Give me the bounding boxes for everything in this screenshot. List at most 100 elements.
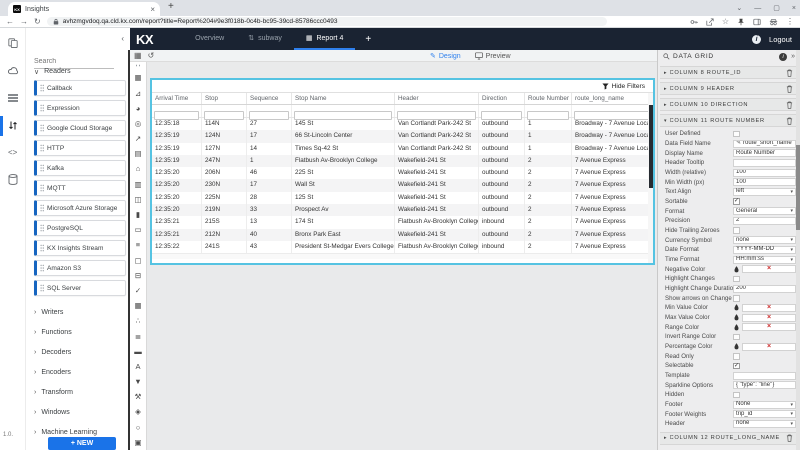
select-text-align[interactable]: left▾	[733, 188, 796, 196]
inspector-section-column-10-direction[interactable]: ▸COLUMN 10 DIRECTION	[660, 98, 798, 111]
delete-column-icon[interactable]	[786, 101, 794, 109]
panel-icon[interactable]: ▭	[134, 222, 141, 237]
info-icon[interactable]: i	[779, 53, 787, 61]
code-icon[interactable]: <>	[8, 148, 17, 157]
bookmark-star-icon[interactable]: ☆	[722, 18, 729, 26]
sidebar-group-functions[interactable]: ›Functions	[34, 322, 126, 342]
input-width-relative[interactable]: 100	[733, 169, 796, 177]
grid-row[interactable]: 12:35:20225N28125 StWakefield-241 Stoutb…	[152, 192, 653, 204]
grid-row[interactable]: 12:35:19127N14Times Sq-42 StVan Cortland…	[152, 143, 653, 155]
grid-row[interactable]: 12:35:20206N46225 StWakefield-241 Stoutb…	[152, 167, 653, 179]
browser-menu-icon[interactable]: ⋮	[786, 18, 794, 26]
reader-item-postgresql[interactable]: PostgreSQL	[34, 220, 126, 236]
data-grid-widget[interactable]: Hide Filters Arrival TimeStopSequenceSto…	[150, 78, 655, 265]
checkbox-invert-range-color[interactable]	[733, 334, 740, 341]
grid-row[interactable]: 12:35:19124N1766 St-Lincoln CenterVan Co…	[152, 130, 653, 142]
grid-header-sequence[interactable]: Sequence	[247, 93, 292, 104]
app-tab-overview[interactable]: Overview	[183, 28, 236, 50]
new-pipeline-button[interactable]: + NEW	[48, 437, 116, 450]
grid-row[interactable]: 12:35:20230N17Wall StWakefield-241 Stout…	[152, 179, 653, 191]
eyedropper-icon[interactable]	[733, 324, 740, 331]
reader-item-microsoft-azure-storage[interactable]: Microsoft Azure Storage	[34, 200, 126, 216]
add-report-tab-button[interactable]: +	[365, 34, 371, 45]
grid-row[interactable]: 12:35:18114N27145 StVan Cortlandt Park-2…	[152, 118, 653, 130]
eyedropper-icon[interactable]	[733, 266, 740, 273]
input-box-icon[interactable]: ⊟	[135, 268, 141, 283]
grid-header-header[interactable]: Header	[395, 93, 479, 104]
color-value-field[interactable]: ×	[742, 304, 796, 312]
columns-layout-icon[interactable]: ◫	[134, 192, 141, 207]
undo-icon[interactable]: ↺	[148, 52, 155, 60]
menu-lines-icon[interactable]: ≡	[136, 237, 140, 252]
new-tab-button[interactable]: +	[168, 1, 174, 12]
list-icon[interactable]: ≣	[135, 329, 141, 344]
select-time-format[interactable]: HH:mm:ss▾	[733, 256, 796, 264]
inspector-section-column-9-header[interactable]: ▸COLUMN 9 HEADER	[660, 82, 798, 95]
grid-row[interactable]: 12:35:21212N40Bronx Park EastWakefield-2…	[152, 229, 653, 241]
select-header[interactable]: none▾	[733, 420, 796, 428]
reader-item-sql-server[interactable]: SQL Server	[34, 280, 126, 296]
close-window-button[interactable]: ×	[792, 5, 796, 12]
side-panel-icon[interactable]	[753, 18, 761, 26]
reader-item-http[interactable]: HTTP	[34, 140, 126, 156]
checkbox-highlight-changes[interactable]	[733, 276, 740, 283]
wrench-icon[interactable]: ⚒	[135, 389, 142, 404]
extension-pin-icon[interactable]	[737, 18, 745, 26]
grid-row[interactable]: 12:35:20219N33Prospect AvWakefield-241 S…	[152, 204, 653, 216]
treemap-icon[interactable]: ▤	[134, 146, 141, 161]
back-button[interactable]: ←	[6, 18, 14, 26]
sidebar-group-writers[interactable]: ›Writers	[34, 302, 126, 322]
image-icon[interactable]: ▣	[134, 435, 141, 450]
inspector-scrollbar-thumb[interactable]	[796, 145, 800, 230]
design-tab[interactable]: ✎ Design	[430, 52, 461, 60]
color-value-field[interactable]: ×	[742, 323, 796, 331]
table-widget-icon[interactable]: ▦	[134, 70, 141, 85]
url-omnibox[interactable]: avhzmgvdoq.qa.cld.kx.com/report?title=Re…	[47, 17, 607, 26]
button-widget-icon[interactable]: ▬	[134, 344, 142, 359]
tab-close-icon[interactable]: ×	[150, 5, 155, 14]
sidebar-group-transform[interactable]: ›Transform	[34, 382, 126, 402]
select-date-format[interactable]: YYYY-MM-DD▾	[733, 246, 796, 254]
reader-item-callback[interactable]: Callback	[34, 80, 126, 96]
grid-header-direction[interactable]: Direction	[479, 93, 525, 104]
eyedropper-icon[interactable]	[733, 314, 740, 321]
select-currency-symbol[interactable]: none▾	[733, 236, 796, 244]
delete-column-icon[interactable]	[786, 69, 794, 77]
frame-icon[interactable]: ▢	[134, 253, 141, 268]
app-tab-subway[interactable]: ⇅subway	[236, 28, 294, 50]
hide-filters-button[interactable]: Hide Filters	[612, 83, 645, 90]
line-chart-icon[interactable]: ⊿	[135, 86, 141, 101]
checkbox-show-arrows-on-change[interactable]	[733, 295, 740, 302]
color-value-field[interactable]: ×	[742, 314, 796, 322]
drag-handle-icon[interactable]	[135, 64, 142, 67]
checkbox-sortable[interactable]: ✓	[733, 198, 740, 205]
passkey-icon[interactable]	[690, 18, 698, 26]
minimize-button[interactable]: —	[754, 5, 761, 12]
browser-tab[interactable]: KX Insights ×	[8, 2, 160, 16]
collapse-sidebar-icon[interactable]: ‹	[121, 34, 124, 43]
color-value-field[interactable]: ×	[742, 265, 796, 273]
cards-icon[interactable]: ▥	[134, 177, 141, 192]
input-template[interactable]	[733, 372, 796, 380]
clear-color-icon[interactable]: ×	[767, 344, 771, 350]
reader-item-amazon-s3[interactable]: Amazon S3	[34, 260, 126, 276]
tab-search-icon[interactable]: ⌄	[736, 4, 742, 12]
database-icon[interactable]	[8, 174, 18, 185]
block-icon[interactable]: ▮	[136, 207, 140, 222]
incognito-icon[interactable]	[769, 18, 778, 26]
grid-header-stop-name[interactable]: Stop Name	[292, 93, 395, 104]
select-footer-weights[interactable]: trip_id▾	[733, 410, 796, 418]
eyedropper-icon[interactable]	[733, 343, 740, 350]
search-field[interactable]	[34, 50, 114, 69]
trend-icon[interactable]: ↗	[135, 131, 141, 146]
preview-tab[interactable]: Preview	[475, 52, 511, 60]
reader-item-expression[interactable]: Expression	[34, 100, 126, 116]
reader-item-kx-insights-stream[interactable]: KX Insights Stream	[34, 240, 126, 256]
reader-item-google-cloud-storage[interactable]: Google Cloud Storage	[34, 120, 126, 136]
collapse-panel-icon[interactable]: »	[791, 53, 795, 60]
sidebar-group-decoders[interactable]: ›Decoders	[34, 342, 126, 362]
sidebar-group-readers[interactable]: ∨ Readers	[34, 68, 71, 76]
clear-color-icon[interactable]: ×	[767, 305, 771, 311]
documents-icon[interactable]	[8, 38, 18, 48]
share-icon[interactable]	[706, 18, 714, 26]
